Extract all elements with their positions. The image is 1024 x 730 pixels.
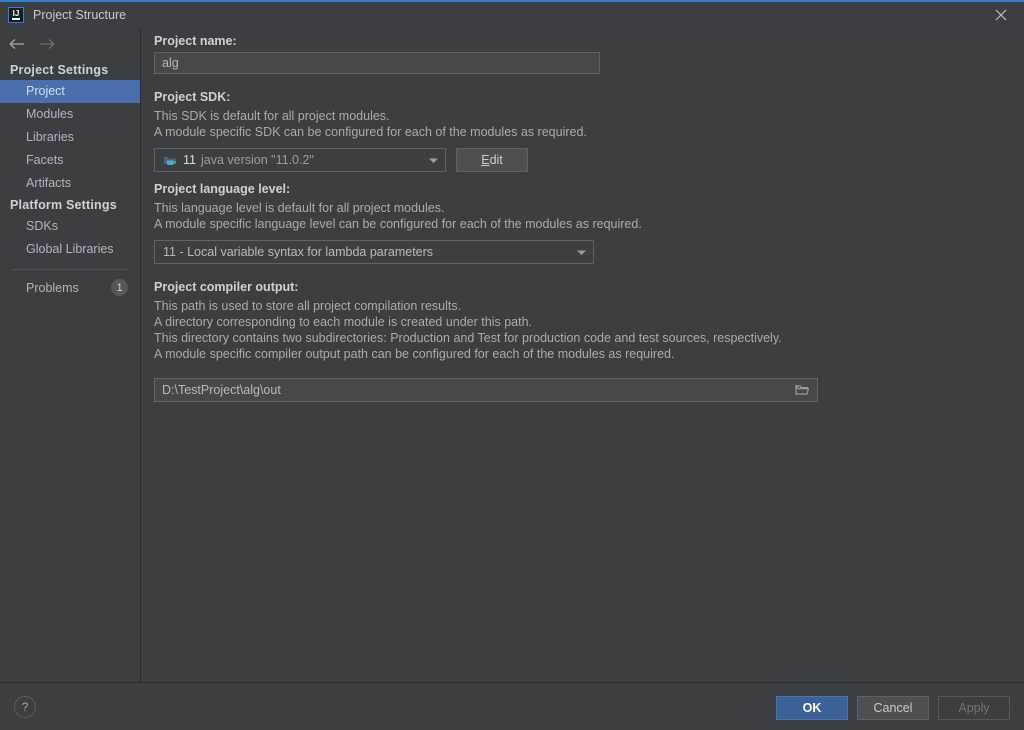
project-name-value: alg xyxy=(162,56,179,70)
intellij-idea-icon: IJ xyxy=(8,7,24,23)
project-sdk-version: 11 xyxy=(183,153,196,167)
sidebar-item-sdks[interactable]: SDKs xyxy=(0,215,140,238)
sidebar-item-libraries[interactable]: Libraries xyxy=(0,126,140,149)
navigation-arrows xyxy=(0,28,140,60)
apply-button: Apply xyxy=(938,696,1010,720)
edit-sdk-button[interactable]: Edit xyxy=(456,148,528,172)
sidebar-item-modules[interactable]: Modules xyxy=(0,103,140,126)
chevron-down-icon[interactable] xyxy=(428,157,439,164)
project-sdk-label: Project SDK: xyxy=(154,90,231,104)
project-sdk-row: 11 java version "11.0.2" Edit xyxy=(154,148,1024,172)
project-sdk-description-line-1: This SDK is default for all project modu… xyxy=(154,109,390,123)
sidebar-group-platform-settings: Platform Settings xyxy=(10,198,117,212)
project-name-label: Project name: xyxy=(154,34,237,48)
project-name-input[interactable]: alg xyxy=(154,52,600,74)
sidebar-group-project-settings: Project Settings xyxy=(10,63,109,77)
project-language-level-value: 11 - Local variable syntax for lambda pa… xyxy=(163,245,434,259)
main-panel: Project name: alg Project SDK: This SDK … xyxy=(142,28,1024,682)
compiler-output-path-value: D:\TestProject\alg\out xyxy=(162,383,281,397)
footer-bar: ? OK Cancel Apply xyxy=(0,683,1024,730)
sidebar-item-facets[interactable]: Facets xyxy=(0,149,140,172)
compiler-output-description-line-1: This path is used to store all project c… xyxy=(154,299,462,313)
project-sdk-dropdown[interactable]: 11 java version "11.0.2" xyxy=(154,148,446,172)
sidebar-item-global-libraries[interactable]: Global Libraries xyxy=(0,238,140,261)
ok-button[interactable]: OK xyxy=(776,696,848,720)
folder-icon[interactable] xyxy=(789,379,815,401)
compiler-output-description-line-4: A module specific compiler output path c… xyxy=(154,347,675,361)
project-compiler-output-label: Project compiler output: xyxy=(154,280,299,294)
sidebar-item-project[interactable]: Project xyxy=(0,80,140,103)
java-sdk-icon xyxy=(163,154,177,167)
compiler-output-description-line-2: A directory corresponding to each module… xyxy=(154,315,532,329)
problems-label: Problems xyxy=(26,280,79,295)
help-button[interactable]: ? xyxy=(14,696,36,718)
chevron-down-icon[interactable] xyxy=(576,249,587,256)
language-level-description-line-1: This language level is default for all p… xyxy=(154,201,445,215)
compiler-output-description-line-3: This directory contains two subdirectori… xyxy=(154,331,782,345)
edit-button-mnemonic: E xyxy=(481,153,490,167)
project-language-level-label: Project language level: xyxy=(154,182,291,196)
language-level-description-line-2: A module specific language level can be … xyxy=(154,217,642,231)
sidebar-divider xyxy=(12,269,128,270)
arrow-left-icon[interactable] xyxy=(8,38,25,50)
close-icon[interactable] xyxy=(978,2,1024,28)
cancel-button[interactable]: Cancel xyxy=(857,696,929,720)
sidebar-item-problems[interactable]: Problems 1 xyxy=(0,276,140,299)
project-language-level-dropdown[interactable]: 11 - Local variable syntax for lambda pa… xyxy=(154,240,594,264)
edit-button-label-rest: dit xyxy=(489,153,503,167)
dialog-buttons: OK Cancel Apply xyxy=(776,696,1010,720)
project-sdk-description-line-2: A module specific SDK can be configured … xyxy=(154,125,587,139)
compiler-output-path-input[interactable]: D:\TestProject\alg\out xyxy=(154,378,818,402)
sidebar: Project Settings Project Modules Librari… xyxy=(0,28,141,682)
arrow-right-icon xyxy=(39,38,56,50)
project-sdk-version-detail: java version "11.0.2" xyxy=(200,153,314,167)
title-bar: IJ Project Structure xyxy=(0,2,1024,28)
window-title: Project Structure xyxy=(33,8,127,22)
sidebar-item-artifacts[interactable]: Artifacts xyxy=(0,172,140,195)
problems-count-badge: 1 xyxy=(111,279,128,296)
